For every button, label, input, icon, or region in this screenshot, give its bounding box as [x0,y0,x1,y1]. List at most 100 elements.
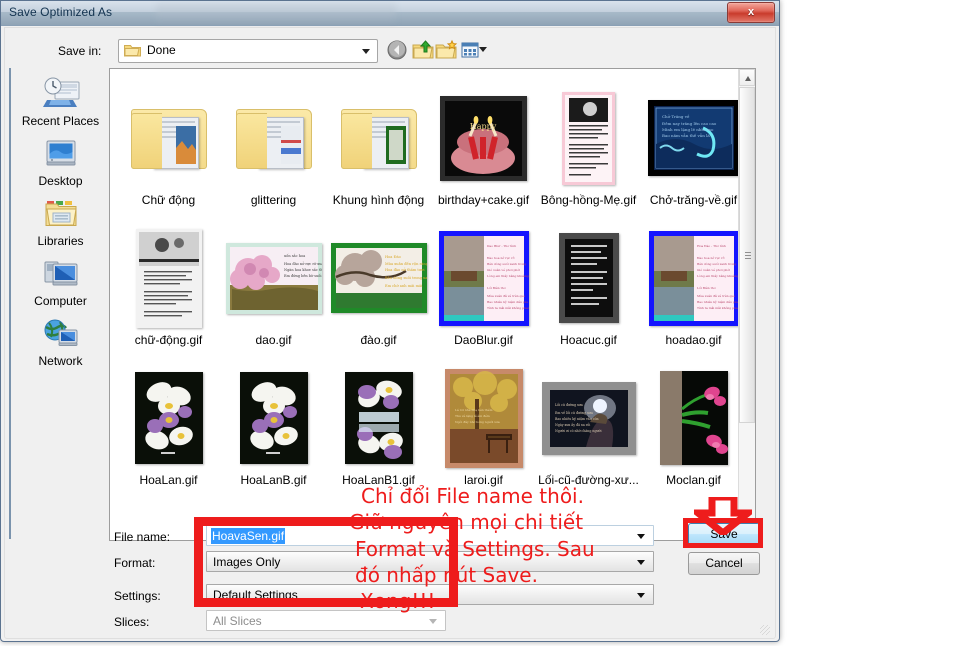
close-button[interactable]: x [727,2,775,23]
file-label: laroi.gif [464,473,503,487]
list-item[interactable]: Lá rơi nhè nhẹ bên thềm Thu về lặng lẽ ê… [431,363,536,503]
place-item-recent-places[interactable]: Recent Places [11,72,110,134]
cancel-button[interactable]: Cancel [688,552,760,575]
settings-value: Default Settings [213,588,298,602]
list-item[interactable]: Khung hình động [326,83,431,223]
list-item[interactable]: Hoa Đào - Thơ tình Đào hoa nở rực rỡ Bên… [641,223,746,363]
svg-text:Đào hoa nở rực rỡ: Đào hoa nở rực rỡ [487,255,515,260]
place-item-network[interactable]: Network [11,312,110,374]
save-button[interactable]: Save [688,523,760,546]
svg-text:Mùa xuân đến rộn ràng: Mùa xuân đến rộn ràng [385,262,427,266]
svg-text:Gió xuân về phơi phới: Gió xuân về phơi phới [487,267,520,272]
views-chevron-down-icon[interactable] [479,47,487,52]
image-thumbnail: Happy [431,83,536,193]
list-item[interactable]: Moclan.gif [641,363,746,503]
list-item[interactable]: Chở Trăng về Đêm nay trăng lên cao cao M… [641,83,746,223]
image-thumbnail: uốn sắc hoa Hoa đào nở rực rỡ xuân về Ng… [221,223,326,333]
image-thumbnail: Hoa Đào Mùa xuân đến rộn ràng Hoa đào nở… [326,223,431,333]
list-item[interactable]: uốn sắc hoa Hoa đào nở rực rỡ xuân về Ng… [221,223,326,363]
title-bar: Save Optimized As x [1,1,779,26]
svg-text:Người ơi có nhớ chăng người: Người ơi có nhớ chăng người [555,429,602,433]
format-value: Images Only [213,555,281,569]
folder-icon [235,107,312,169]
thumb-birthday-cake: Happy [440,95,527,181]
place-item-desktop[interactable]: Desktop [11,132,110,194]
file-list-pane[interactable]: Chữ động glittering Khung hình động Happ… [109,68,756,541]
file-label: birthday+cake.gif [437,193,530,207]
vertical-scrollbar[interactable] [738,69,755,538]
chevron-down-icon[interactable] [637,560,645,565]
file-label: HoaLan.gif [139,473,198,487]
list-item[interactable]: Dao Blur - Thơ tình Đào hoa nở rực rỡ Bê… [431,223,536,363]
folder-icon [124,45,141,57]
image-thumbnail [641,363,746,473]
scroll-up-button[interactable] [739,69,755,86]
list-item[interactable]: HoaLan.gif [116,363,221,503]
thumb-chu-dong [135,228,202,328]
format-label: Format: [114,556,156,570]
up-one-level-icon[interactable] [411,38,435,62]
desktop-icon [41,136,81,172]
list-item[interactable]: glittering [221,83,326,223]
list-item[interactable]: HoaLanB.gif [221,363,326,503]
svg-text:Mình em lặng lẽ nhìn sao: Mình em lặng lẽ nhìn sao [662,127,714,132]
format-combobox[interactable]: Images Only [206,551,654,572]
list-item[interactable]: Hoacuc.gif [536,223,641,363]
list-item[interactable]: HoaLanB1.gif [326,363,431,503]
svg-text:Em về lối cũ đường xưa: Em về lối cũ đường xưa [555,411,593,415]
svg-text:Bao nhiêu kỷ niệm dấu yêu: Bao nhiêu kỷ niệm dấu yêu [487,299,528,304]
place-label: Libraries [37,234,84,248]
file-name-input[interactable]: HoavaSen.gif [206,525,654,546]
chevron-down-icon[interactable] [637,534,645,539]
svg-text:Bên dòng suối xanh trong: Bên dòng suối xanh trong [697,261,736,266]
svg-text:Chở Trăng về: Chở Trăng về [662,114,690,119]
place-label: Desktop [38,174,83,188]
thumb-dao: uốn sắc hoa Hoa đào nở rực rỡ xuân về Ng… [225,242,322,314]
thumb-cho-trang-ve: Chở Trăng về Đêm nay trăng lên cao cao M… [647,100,740,176]
svg-text:Bên dòng suối xanh trong: Bên dòng suối xanh trong [487,261,526,266]
folder-icon [130,107,207,169]
network-icon [41,316,81,352]
list-item[interactable]: Hoa Đào Mùa xuân đến rộn ràng Hoa đào nở… [326,223,431,363]
svg-text:Em đứng bên bờ suối lặng: Em đứng bên bờ suối lặng [284,273,322,278]
list-item[interactable]: Happy birthday+cake.gif [431,83,536,223]
svg-text:Tình ta mãi mãi không phai: Tình ta mãi mãi không phai [697,305,739,310]
list-item[interactable]: Chữ động [116,83,221,223]
svg-text:Lối cũ đường xưa: Lối cũ đường xưa [555,403,583,407]
dialog-body: Save in: Done Recent Places Desktop Libr… [4,27,776,639]
svg-text:Ngày xưa ấy đã xa rồi: Ngày xưa ấy đã xa rồi [555,423,590,427]
new-folder-icon[interactable] [434,38,458,62]
svg-text:Mùa xuân đã về trên quê: Mùa xuân đã về trên quê [697,293,735,298]
thumb-laroi: Lá rơi nhè nhẹ bên thềm Thu về lặng lẽ ê… [444,368,523,468]
place-item-computer[interactable]: Computer [11,252,110,314]
image-thumbnail [326,363,431,473]
list-item[interactable]: chữ-động.gif [116,223,221,363]
thumb-loi-cu-duong-xua: Lối cũ đường xưa Em về lối cũ đường xưa … [541,381,636,455]
file-label: Chở-trăng-về.gif [649,193,738,207]
chevron-down-icon[interactable] [637,593,645,598]
svg-text:Gió xuân về phơi phới: Gió xuân về phơi phới [697,267,730,272]
chevron-down-icon [429,619,437,624]
save-in-combobox[interactable]: Done [118,39,378,63]
list-item[interactable]: Bông-hồng-Mẹ.gif [536,83,641,223]
list-item[interactable]: Lối cũ đường xưa Em về lối cũ đường xưa … [536,363,641,503]
svg-text:Ngàn hoa khoe sắc thắm tươi: Ngàn hoa khoe sắc thắm tươi [284,267,322,272]
image-thumbnail: Lá rơi nhè nhẹ bên thềm Thu về lặng lẽ ê… [431,363,536,473]
svg-text:Hoa Đào: Hoa Đào [385,255,401,259]
settings-combobox[interactable]: Default Settings [206,584,654,605]
image-thumbnail [536,223,641,333]
place-item-libraries[interactable]: Libraries [11,192,110,254]
settings-label: Settings: [114,589,161,603]
file-label: chữ-động.gif [134,333,203,347]
libraries-icon [41,196,81,232]
window-title: Save Optimized As [9,5,113,19]
svg-text:Happy: Happy [470,122,497,131]
thumb-hoadao: Hoa Đào - Thơ tình Đào hoa nở rực rỡ Bên… [648,230,739,326]
back-icon[interactable] [385,38,409,62]
save-in-value: Done [147,43,176,57]
folder-thumbnail [221,83,326,193]
svg-text:uốn sắc hoa: uốn sắc hoa [284,253,305,258]
thumb-dao-green: Hoa Đào Mùa xuân đến rộn ràng Hoa đào nở… [330,243,427,313]
scrollbar-thumb[interactable] [739,87,755,423]
resize-grip[interactable] [760,625,770,635]
